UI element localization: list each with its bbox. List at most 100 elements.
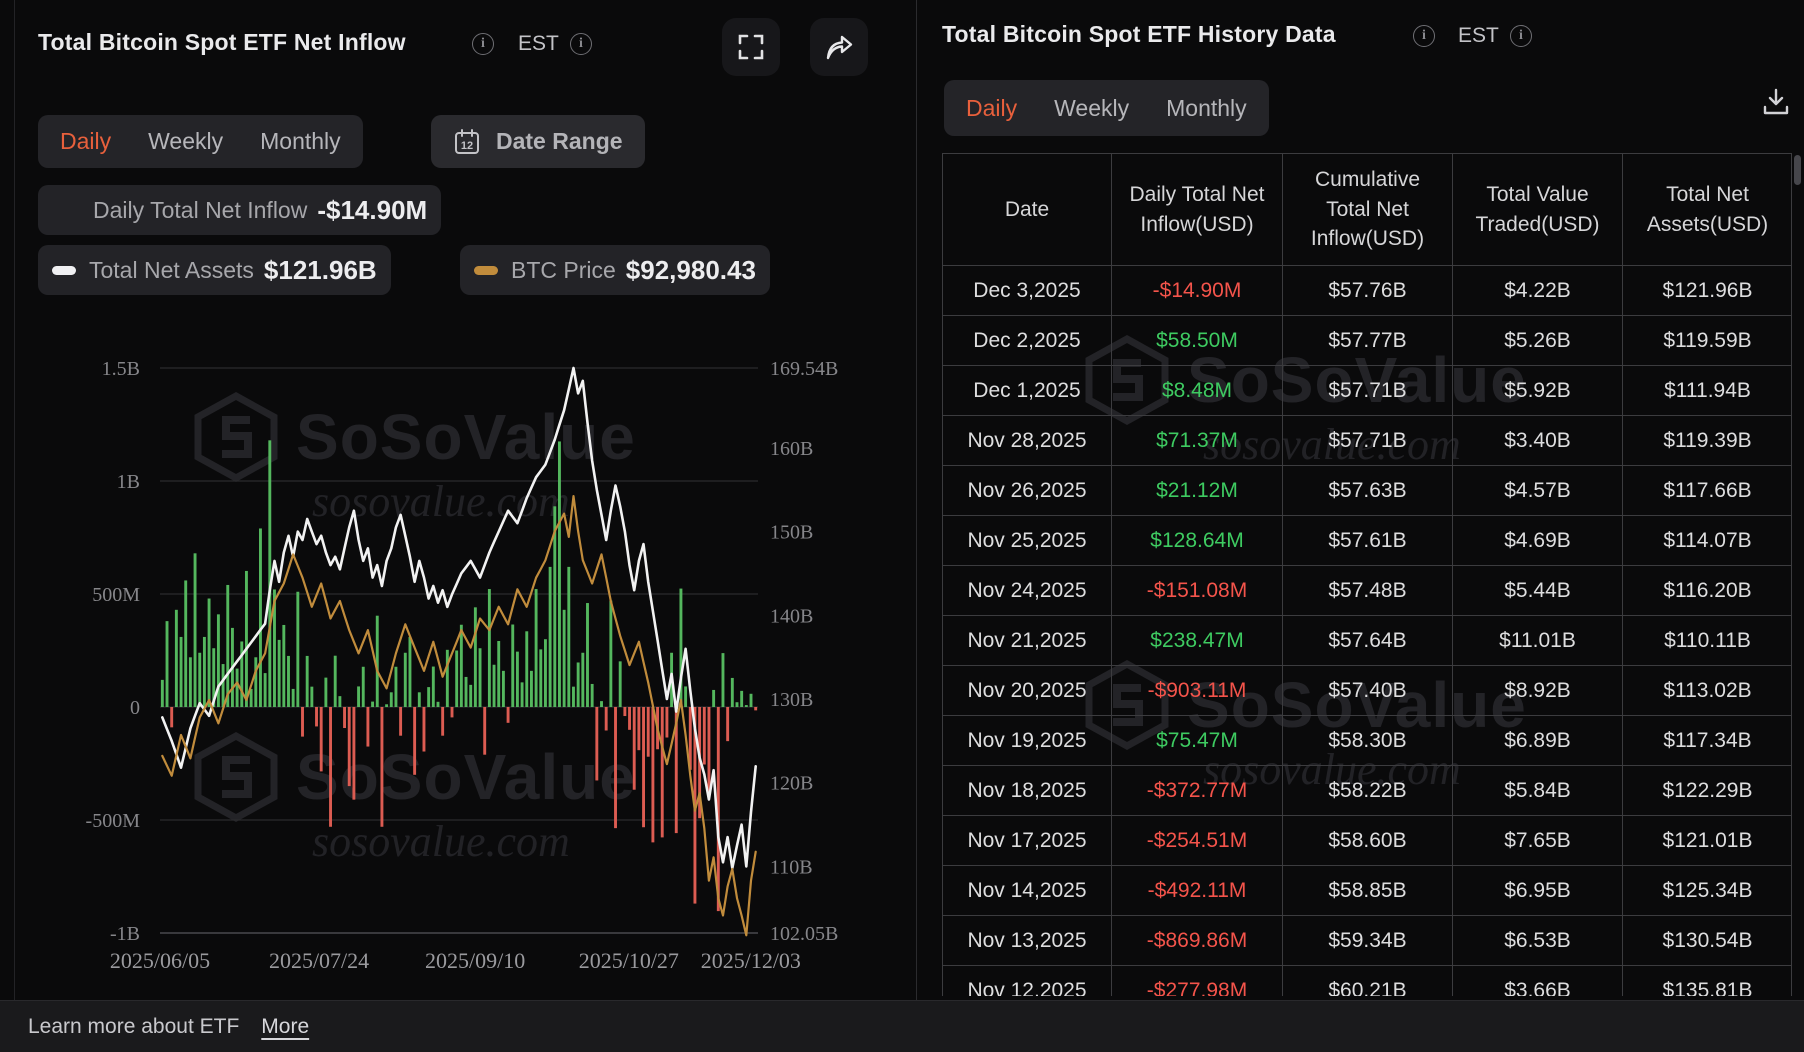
svg-text:2025/12/03: 2025/12/03 <box>701 948 801 973</box>
svg-text:102.05B: 102.05B <box>770 923 838 945</box>
history-tab-weekly[interactable]: Weekly <box>1054 95 1129 122</box>
cell-cumulative: $57.63B <box>1283 466 1453 516</box>
history-timezone-info-icon[interactable]: i <box>1510 25 1532 47</box>
svg-text:1.5B: 1.5B <box>102 358 140 380</box>
cell-date: Nov 26,2025 <box>943 466 1112 516</box>
cell-assets: $130.54B <box>1623 916 1792 966</box>
footer-bar: Learn more about ETF More <box>0 1000 1804 1052</box>
cell-date: Nov 24,2025 <box>943 566 1112 616</box>
cell-assets: $117.66B <box>1623 466 1792 516</box>
history-title: Total Bitcoin Spot ETF History Data <box>942 21 1336 48</box>
cell-date: Nov 17,2025 <box>943 816 1112 866</box>
table-header-3: Total Value Traded(USD) <box>1453 154 1623 266</box>
download-button[interactable] <box>1758 84 1794 120</box>
cell-assets: $114.07B <box>1623 516 1792 566</box>
cell-date: Nov 13,2025 <box>943 916 1112 966</box>
net-inflow-chart[interactable]: 1.5B1B500M0-500M-1B169.54B160B150B140B13… <box>0 0 917 1000</box>
svg-text:2025/10/27: 2025/10/27 <box>579 948 679 973</box>
svg-text:0: 0 <box>130 697 140 719</box>
cell-daily-inflow: -$151.08M <box>1112 566 1283 616</box>
cell-cumulative: $57.61B <box>1283 516 1453 566</box>
svg-text:140B: 140B <box>770 605 813 627</box>
cell-date: Dec 3,2025 <box>943 266 1112 316</box>
cell-daily-inflow: $21.12M <box>1112 466 1283 516</box>
svg-text:110B: 110B <box>770 856 813 878</box>
cell-daily-inflow: -$277.98M <box>1112 966 1283 996</box>
cell-assets: $119.39B <box>1623 416 1792 466</box>
svg-text:1B: 1B <box>117 471 140 493</box>
cell-daily-inflow: $128.64M <box>1112 516 1283 566</box>
svg-text:-500M: -500M <box>86 810 141 832</box>
cell-assets: $119.59B <box>1623 316 1792 366</box>
cell-daily-inflow: $75.47M <box>1112 716 1283 766</box>
cell-date: Nov 25,2025 <box>943 516 1112 566</box>
cell-daily-inflow: -$903.11M <box>1112 666 1283 716</box>
table-scrollbar-thumb[interactable] <box>1794 155 1801 185</box>
cell-date: Dec 1,2025 <box>943 366 1112 416</box>
svg-text:-1B: -1B <box>110 923 140 945</box>
footer-label: Learn more about ETF <box>28 1015 239 1039</box>
table-header-0: Date <box>943 154 1112 266</box>
cell-daily-inflow: -$492.11M <box>1112 866 1283 916</box>
cell-traded: $5.92B <box>1453 366 1623 416</box>
net-inflow-panel: Total Bitcoin Spot ETF Net Inflow i EST … <box>0 0 917 1000</box>
cell-date: Nov 14,2025 <box>943 866 1112 916</box>
cell-assets: $135.81B <box>1623 966 1792 996</box>
footer-more-link[interactable]: More <box>261 1015 309 1039</box>
cell-cumulative: $59.34B <box>1283 916 1453 966</box>
cell-date: Nov 20,2025 <box>943 666 1112 716</box>
cell-cumulative: $57.48B <box>1283 566 1453 616</box>
cell-daily-inflow: $58.50M <box>1112 316 1283 366</box>
cell-traded: $4.57B <box>1453 466 1623 516</box>
svg-text:2025/09/10: 2025/09/10 <box>425 948 525 973</box>
svg-text:160B: 160B <box>770 438 813 460</box>
cell-assets: $116.20B <box>1623 566 1792 616</box>
cell-assets: $110.11B <box>1623 616 1792 666</box>
history-tab-daily[interactable]: Daily <box>966 95 1017 122</box>
cell-assets: $111.94B <box>1623 366 1792 416</box>
cell-assets: $113.02B <box>1623 666 1792 716</box>
cell-daily-inflow: $71.37M <box>1112 416 1283 466</box>
history-timezone-label: EST <box>1458 24 1499 48</box>
svg-text:150B: 150B <box>770 522 813 544</box>
history-title-info-icon[interactable]: i <box>1413 25 1435 47</box>
svg-text:169.54B: 169.54B <box>770 358 838 380</box>
table-header-1: Daily Total Net Inflow(USD) <box>1112 154 1283 266</box>
cell-daily-inflow: $238.47M <box>1112 616 1283 666</box>
dashboard: Total Bitcoin Spot ETF Net Inflow i EST … <box>0 0 1804 1000</box>
cell-traded: $8.92B <box>1453 666 1623 716</box>
cell-traded: $3.40B <box>1453 416 1623 466</box>
cell-daily-inflow: -$372.77M <box>1112 766 1283 816</box>
cell-traded: $5.44B <box>1453 566 1623 616</box>
cell-traded: $4.69B <box>1453 516 1623 566</box>
cell-date: Nov 19,2025 <box>943 716 1112 766</box>
cell-traded: $3.66B <box>1453 966 1623 996</box>
svg-text:500M: 500M <box>92 584 140 606</box>
cell-daily-inflow: $8.48M <box>1112 366 1283 416</box>
table-header-4: Total Net Assets(USD) <box>1623 154 1792 266</box>
cell-cumulative: $57.40B <box>1283 666 1453 716</box>
cell-assets: $117.34B <box>1623 716 1792 766</box>
table-header-2: Cumulative Total Net Inflow(USD) <box>1283 154 1453 266</box>
history-table-container: DateDaily Total Net Inflow(USD)Cumulativ… <box>942 153 1792 996</box>
cell-date: Nov 18,2025 <box>943 766 1112 816</box>
cell-cumulative: $57.77B <box>1283 316 1453 366</box>
history-tab-monthly[interactable]: Monthly <box>1166 95 1247 122</box>
cell-traded: $6.53B <box>1453 916 1623 966</box>
svg-text:120B: 120B <box>770 773 813 795</box>
history-table: DateDaily Total Net Inflow(USD)Cumulativ… <box>942 153 1792 996</box>
cell-date: Nov 21,2025 <box>943 616 1112 666</box>
cell-cumulative: $58.85B <box>1283 866 1453 916</box>
cell-traded: $5.84B <box>1453 766 1623 816</box>
download-icon <box>1760 86 1792 118</box>
cell-traded: $5.26B <box>1453 316 1623 366</box>
cell-cumulative: $57.76B <box>1283 266 1453 316</box>
cell-assets: $121.96B <box>1623 266 1792 316</box>
cell-cumulative: $58.60B <box>1283 816 1453 866</box>
cell-traded: $6.89B <box>1453 716 1623 766</box>
svg-text:2025/06/05: 2025/06/05 <box>110 948 210 973</box>
cell-daily-inflow: -$869.86M <box>1112 916 1283 966</box>
history-data-panel: Total Bitcoin Spot ETF History Data i ES… <box>918 0 1804 1000</box>
cell-cumulative: $60.21B <box>1283 966 1453 996</box>
svg-text:2025/07/24: 2025/07/24 <box>269 948 369 973</box>
